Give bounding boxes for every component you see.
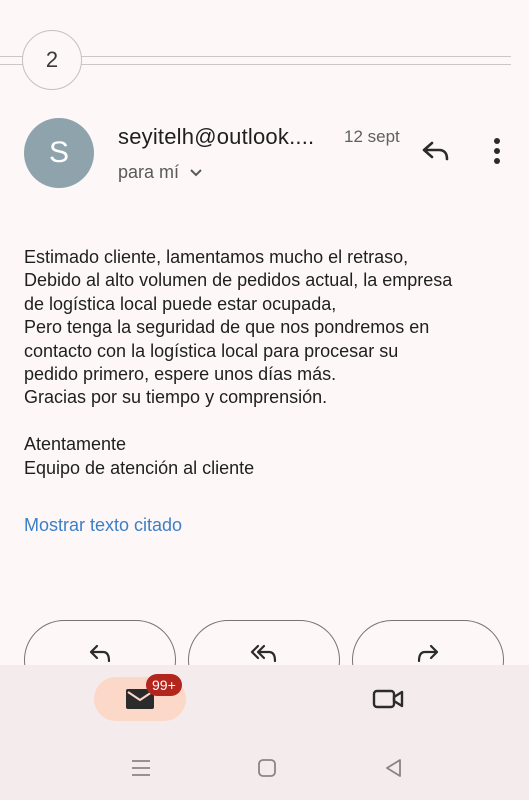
forward-action-button[interactable]: [352, 620, 504, 666]
avatar[interactable]: S: [24, 118, 94, 188]
forward-icon: [417, 644, 439, 663]
reply-icon: [89, 644, 111, 663]
show-quoted-text-link[interactable]: Mostrar texto citado: [24, 515, 182, 536]
reply-icon: [422, 141, 449, 161]
body-line: Estimado cliente, lamentamos mucho el re…: [24, 247, 409, 267]
reply-button[interactable]: [416, 132, 454, 170]
body-line: contacto con la logística local para pro…: [24, 340, 399, 361]
message-header: S seyitelh@outlook.... 12 sept para mí: [0, 118, 529, 198]
back-button[interactable]: [380, 755, 406, 781]
body-line: Equipo de atención al cliente: [24, 457, 255, 478]
meet-tab[interactable]: [368, 683, 408, 715]
body-line: Atentamente: [24, 434, 127, 455]
body-line: pedido primero, espere unos días más.: [24, 364, 337, 385]
back-icon: [386, 759, 401, 777]
message-actions: [0, 620, 529, 666]
recipient-details-toggle[interactable]: para mí: [118, 162, 203, 183]
menu-icon: [132, 760, 150, 776]
recipient-label: para mí: [118, 162, 180, 182]
home-icon: [258, 759, 276, 777]
body-line: de logística local puede estar ocupada,: [24, 293, 337, 314]
home-button[interactable]: [254, 755, 280, 781]
body-line: Debido al alto volumen de pedidos actual…: [24, 270, 453, 291]
reply-action-button[interactable]: [24, 620, 176, 666]
system-navigation-bar: [0, 737, 529, 800]
unread-count-badge: 99+: [146, 674, 182, 696]
message-date: 12 sept: [344, 127, 400, 146]
reply-all-icon: [250, 644, 277, 663]
thread-divider: 2: [0, 30, 529, 92]
body-blank-line: [24, 410, 514, 433]
collapsed-messages-count[interactable]: 2: [22, 30, 82, 90]
video-icon: [372, 689, 404, 709]
bottom-navigation: 99+: [0, 665, 529, 737]
body-line: Gracias por su tiempo y comprensión.: [24, 387, 328, 408]
message-body: Estimado cliente, lamentamos mucho el re…: [24, 246, 514, 480]
sender-name[interactable]: seyitelh@outlook....: [118, 124, 314, 150]
more-options-button[interactable]: [482, 132, 512, 170]
body-line: Pero tenga la seguridad de que nos pondr…: [24, 317, 430, 338]
more-vert-icon: [494, 138, 500, 164]
chevron-down-icon: [190, 168, 202, 176]
recent-apps-button[interactable]: [128, 755, 154, 781]
reply-all-action-button[interactable]: [188, 620, 340, 666]
